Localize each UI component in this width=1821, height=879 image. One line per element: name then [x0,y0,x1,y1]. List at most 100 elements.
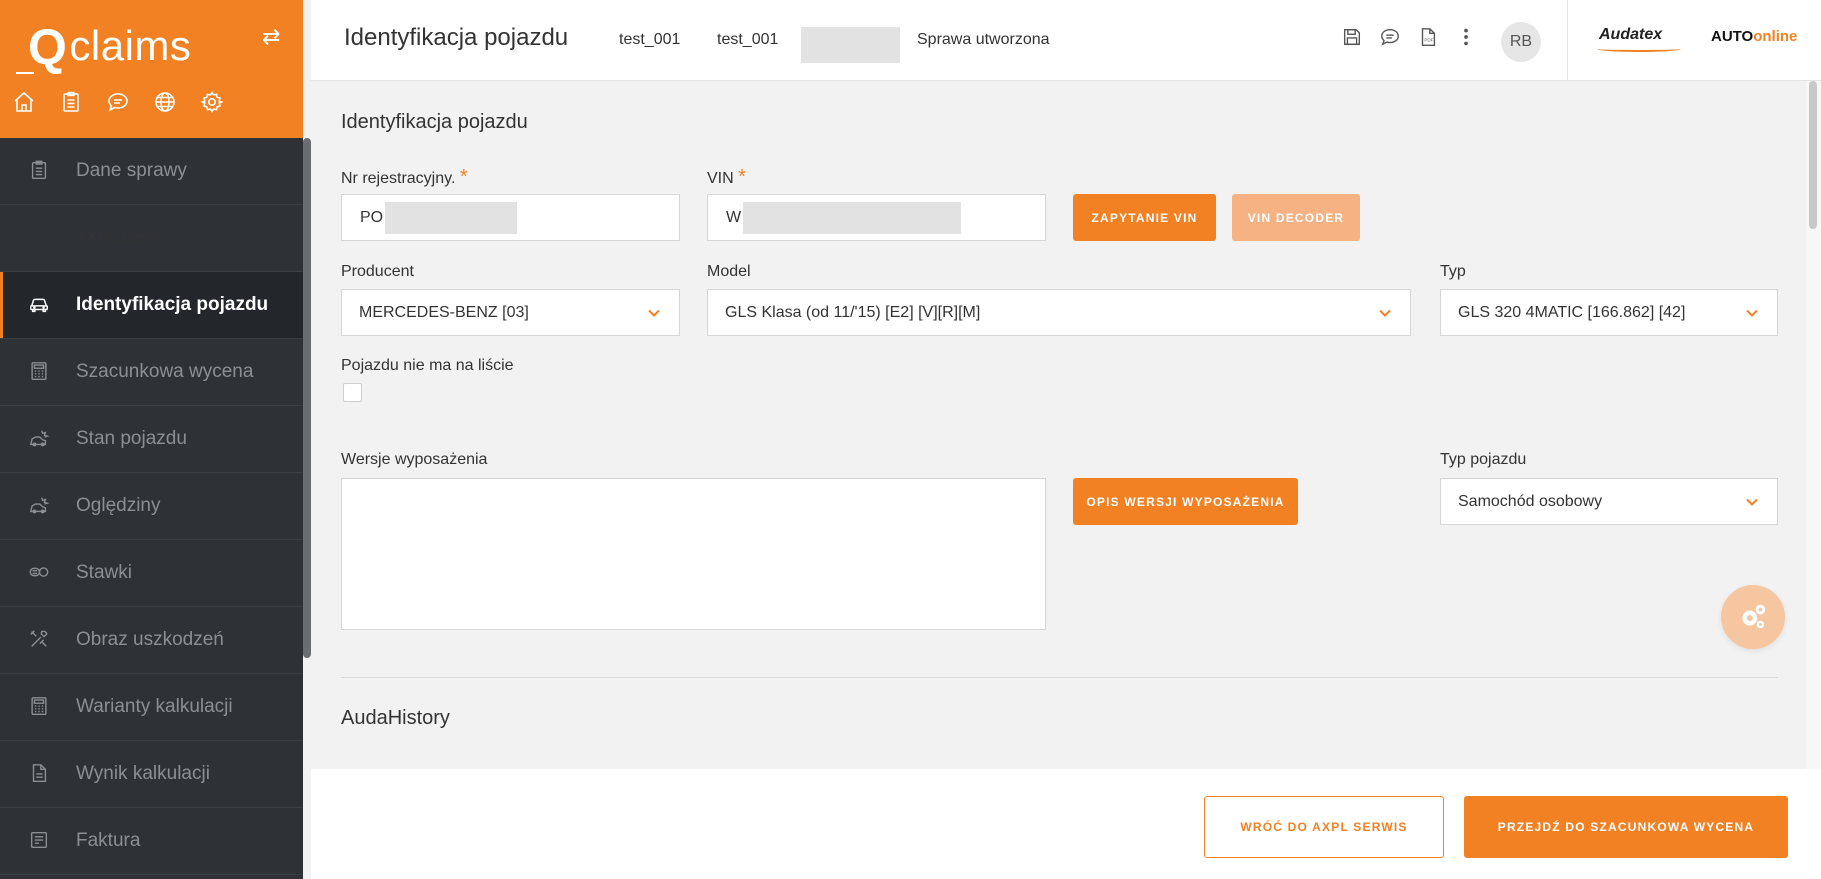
sidebar-item-label: Faktura [76,830,141,851]
sidebar-item-wynik-kalkulacji[interactable]: Wynik kalkulacji [0,741,303,808]
sidebar-nav: Dane sprawy AXPL Serwis Identyfikacja po… [0,138,303,875]
main-scrollbar-thumb[interactable] [1809,81,1817,229]
logo-q: Q [28,19,68,75]
sidebar-item-label: Dane sprawy [76,160,187,181]
chevron-down-icon [1746,309,1758,317]
autoonline-logo: AUTOonline [1711,28,1797,45]
car-damage-icon [28,427,52,451]
vehicle-type-select[interactable]: Samochód osobowy [1440,478,1778,525]
user-avatar[interactable]: RB [1501,22,1541,62]
sidebar-item-szacunkowa-wycena[interactable]: Szacunkowa wycena [0,339,303,406]
sidebar-item-label: Warianty kalkulacji [76,696,233,717]
sidebar-item-stawki[interactable]: Stawki [0,540,303,607]
sidebar-scrollbar[interactable] [303,138,311,658]
model-select[interactable]: GLS Klasa (od 11/'15) [E2] [V][R][M] [707,289,1411,336]
go-to-estimate-button[interactable]: PRZEJDŹ DO SZACUNKOWA WYCENA [1464,796,1788,858]
case-id-2: test_001 [717,31,779,48]
sidebar-item-label: Oględziny [76,495,161,516]
audahistory-title: AudaHistory [341,707,450,729]
vin-label: VIN * [707,166,746,189]
back-to-axpl-button[interactable]: WRÓĆ DO AXPL SERWIS [1204,796,1444,858]
quick-icons [12,90,224,114]
document-icon [28,762,52,786]
chevron-down-icon [1746,498,1758,506]
not-listed-label: Pojazdu nie ma na liście [341,357,514,374]
clipboard-icon[interactable] [59,90,83,114]
redacted-mask [743,201,962,234]
settings-fab[interactable] [1721,585,1785,649]
vin-query-button[interactable]: ZAPYTANIE VIN [1073,194,1216,241]
chevron-down-icon [648,309,660,317]
sidebar-item-faktura[interactable]: Faktura [0,808,303,875]
autoonline-part-a: AUTO [1711,28,1754,45]
sidebar-item-ogledziny[interactable]: Oględziny [0,473,303,540]
audatex-swoosh [1597,46,1681,52]
sidebar-item-axpl-serwis[interactable]: AXPL Serwis [0,205,303,272]
reg-number-value: PO [360,208,384,226]
type-label: Typ [1440,263,1466,280]
top-header: Identyfikacja pojazdu test_001 test_001 … [311,0,1821,81]
header-actions: PDF [1341,26,1477,50]
settings-gear-icon[interactable] [200,90,224,114]
producer-label: Producent [341,263,414,280]
car-damage-icon [28,494,52,518]
required-mark: * [738,166,746,188]
chat-icon[interactable] [106,90,130,114]
vin-label-text: VIN [707,170,734,187]
sidebar-item-obraz-uszkodzen[interactable]: Obraz uszkodzeń [0,607,303,674]
sidebar-item-label: Szacunkowa wycena [76,361,254,382]
pdf-document-icon[interactable]: PDF [1417,26,1439,50]
vin-input[interactable]: W [707,194,1046,241]
producer-value: MERCEDES-BENZ [03] [359,303,529,321]
globe-icon[interactable] [153,90,177,114]
reg-number-label: Nr rejestracyjny. * [341,166,468,189]
sidebar: Q claims ⇄ Dane sprawy AXPL Serwis Ident… [0,0,303,879]
equipment-textarea[interactable] [341,478,1046,630]
sidebar-item-label: Stan pojazdu [76,428,187,449]
equipment-description-button[interactable]: OPIS WERSJI WYPOSAŻENIA [1073,478,1298,525]
sidebar-item-label: Wynik kalkulacji [76,763,210,784]
sidebar-item-stan-pojazdu[interactable]: Stan pojazdu [0,406,303,473]
type-value: GLS 320 4MATIC [166.862] [42] [1458,303,1686,321]
sidebar-item-warianty-kalkulacji[interactable]: Warianty kalkulacji [0,674,303,741]
clipboard-icon [28,159,52,183]
sidebar-item-label: Identyfikacja pojazdu [76,294,269,315]
footer-bar: WRÓĆ DO AXPL SERWIS PRZEJDŹ DO SZACUNKOW… [311,769,1821,879]
calculator-icon [28,695,52,719]
sidebar-item-identyfikacja-pojazdu[interactable]: Identyfikacja pojazdu [0,272,303,339]
model-label: Model [707,263,751,280]
producer-select[interactable]: MERCEDES-BENZ [03] [341,289,680,336]
claims-logo[interactable]: Q claims [28,14,191,75]
vehicle-type-label: Typ pojazdu [1440,451,1527,468]
rates-icon [28,561,52,585]
sidebar-item-label: AXPL Serwis [76,229,169,246]
vin-decoder-button[interactable]: VIN DECODER [1232,194,1360,241]
sidebar-item-label: Stawki [76,562,132,583]
redacted-mask [385,201,518,234]
home-icon[interactable] [12,90,36,114]
sidebar-item-dane-sprawy[interactable]: Dane sprawy [0,138,303,205]
swap-arrows-icon[interactable]: ⇄ [262,24,280,50]
car-icon [28,293,52,317]
type-select[interactable]: GLS 320 4MATIC [166.862] [42] [1440,289,1778,336]
required-mark: * [459,166,468,188]
audatex-logo: Audatex [1599,26,1663,43]
reg-number-input[interactable]: PO [341,194,680,241]
calculator-icon [28,360,52,384]
more-vertical-icon[interactable] [1455,26,1477,50]
invoice-icon [28,829,52,853]
not-listed-checkbox[interactable] [343,383,362,402]
chevron-down-icon [1379,309,1391,317]
reg-number-label-text: Nr rejestracyjny. [341,170,456,187]
save-icon[interactable] [1341,26,1363,50]
svg-text:PDF: PDF [1424,38,1433,43]
vehicle-type-value: Samochód osobowy [1458,492,1603,510]
main-content: Identyfikacja pojazdu Nr rejestracyjny. … [311,81,1806,769]
section-divider [341,677,1778,678]
main-scrollbar[interactable] [1806,81,1821,769]
autoonline-part-b: online [1753,28,1798,45]
comment-icon[interactable] [1379,26,1401,50]
brand-bar: Q claims ⇄ [0,0,303,138]
case-id-1: test_001 [619,31,681,48]
equipment-label: Wersje wyposażenia [341,451,488,468]
